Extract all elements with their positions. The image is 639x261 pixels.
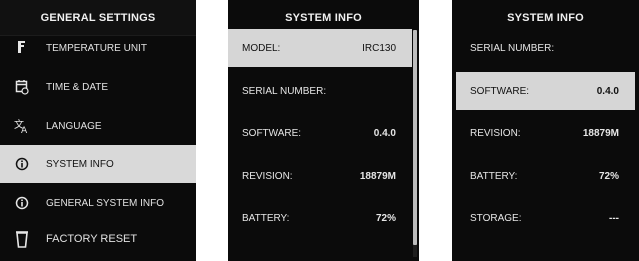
menu-item-time-date[interactable]: TIME & DATE (0, 68, 196, 106)
row-value: 18879M (359, 170, 396, 182)
row-label: SERIAL NUMBER: (470, 42, 555, 54)
scrollbar[interactable] (413, 30, 417, 257)
menu-item-label: GENERAL SYSTEM INFO (46, 197, 164, 209)
trash-icon (14, 231, 30, 248)
menu-item-label: TIME & DATE (46, 81, 109, 93)
info-row-battery[interactable]: BATTERY: 72% (456, 157, 635, 195)
row-value: 0.4.0 (373, 127, 396, 139)
row-label: REVISION: (242, 170, 293, 182)
system-info-screen: SYSTEM INFO MODEL: IRC130 SERIAL NUMBER:… (228, 0, 419, 261)
row-label: REVISION: (470, 127, 521, 139)
row-value: IRC130 (362, 42, 396, 54)
svg-text:A: A (21, 126, 28, 134)
info-row-battery[interactable]: BATTERY: 72% (228, 199, 412, 237)
menu-item-system-info[interactable]: SYSTEM INFO (0, 145, 196, 183)
info-row-serial-number[interactable]: SERIAL NUMBER: (228, 72, 412, 110)
info-icon (14, 156, 30, 172)
menu-item-language[interactable]: 文A LANGUAGE (0, 107, 196, 145)
row-value: --- (609, 212, 619, 224)
row-label: SOFTWARE: (242, 127, 302, 139)
row-label: STORAGE: (470, 212, 522, 224)
info-row-software[interactable]: SOFTWARE: 0.4.0 (228, 114, 412, 152)
info-row-revision[interactable]: REVISION: 18879M (456, 114, 635, 152)
menu-item-label: SYSTEM INFO (46, 158, 114, 170)
row-label: SERIAL NUMBER: (242, 85, 327, 97)
scrollbar-thumb[interactable] (413, 30, 417, 245)
info-row-serial-number[interactable]: SERIAL NUMBER: (456, 29, 635, 67)
menu-item-factory-reset[interactable]: FACTORY RESET (0, 220, 196, 258)
info-row-storage[interactable]: STORAGE: --- (456, 199, 635, 237)
info-row-model[interactable]: MODEL: IRC130 (228, 29, 412, 67)
menu-item-label: LANGUAGE (46, 120, 102, 132)
info-row-revision[interactable]: REVISION: 18879M (228, 157, 412, 195)
info-icon (14, 195, 30, 211)
system-info-screen-scrolled: SYSTEM INFO SERIAL NUMBER: SOFTWARE: 0.4… (452, 0, 639, 261)
menu-item-temperature-unit[interactable]: TEMPERATURE UNIT (0, 29, 196, 67)
thermometer-icon (14, 40, 30, 56)
row-value: 72% (598, 170, 619, 182)
info-row-software[interactable]: SOFTWARE: 0.4.0 (456, 72, 635, 110)
row-label: BATTERY: (242, 212, 290, 224)
menu-item-label: TEMPERATURE UNIT (46, 42, 147, 54)
row-value: 0.4.0 (596, 85, 619, 97)
row-label: BATTERY: (470, 170, 518, 182)
row-label: MODEL: (242, 42, 281, 54)
general-settings-screen: GENERAL SETTINGS TEMPERATURE UNIT TIME &… (0, 0, 196, 261)
menu-item-general-system-info[interactable]: GENERAL SYSTEM INFO (0, 184, 196, 222)
translate-icon: 文A (14, 118, 30, 134)
row-value: 18879M (582, 127, 619, 139)
menu-item-label: FACTORY RESET (46, 233, 138, 245)
row-value: 72% (375, 212, 396, 224)
row-label: SOFTWARE: (470, 85, 530, 97)
calendar-clock-icon (14, 79, 30, 95)
